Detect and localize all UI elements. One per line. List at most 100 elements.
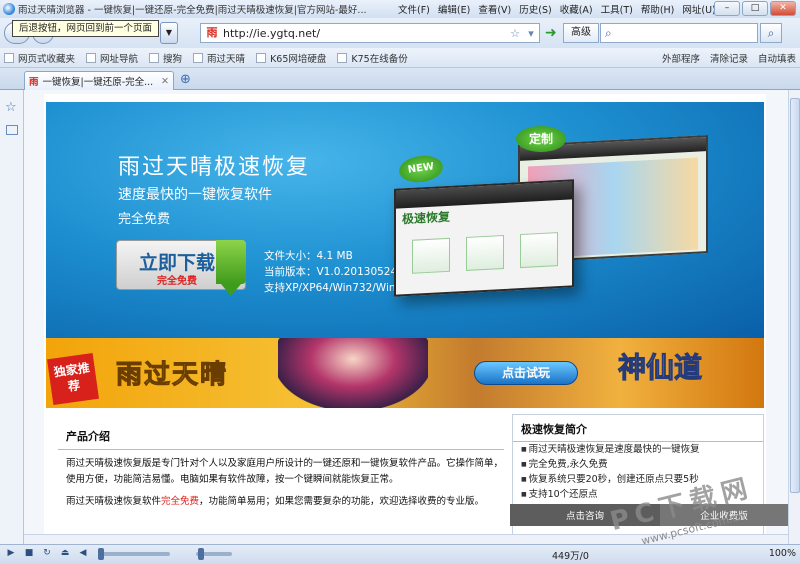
- tab-active[interactable]: 雨 一键恢复|一键还原-完全... ✕: [24, 71, 174, 90]
- fav-page-collection[interactable]: 网页式收藏夹: [0, 51, 82, 65]
- upgrade-tile-icon: [520, 232, 558, 269]
- favorites-bar: 网页式收藏夹 网址导航 搜狗 雨过天晴 K65网培硬盘 K75在线备份 外部程序…: [0, 48, 800, 68]
- fav-url-nav[interactable]: 网址导航: [82, 51, 145, 65]
- slider-knob[interactable]: [198, 548, 204, 560]
- vertical-scrollbar[interactable]: [788, 90, 800, 544]
- fav-label: K65网培硬盘: [270, 53, 327, 65]
- maximize-button[interactable]: □: [742, 1, 768, 16]
- hero-free-text: 完全免费: [118, 212, 171, 227]
- product-intro: 产品介绍 雨过天晴极速恢复版是专门针对个人以及家庭用户所设计的一键还原和一键恢复…: [58, 422, 504, 537]
- intro-text: 雨过天晴极速恢复软件: [66, 496, 162, 507]
- game-logo: 神仙道: [617, 351, 703, 385]
- menu-history[interactable]: 历史(S): [515, 2, 555, 16]
- slider-knob[interactable]: [98, 548, 104, 560]
- close-icon[interactable]: ✕: [161, 76, 169, 87]
- fav-k75[interactable]: K75在线备份: [333, 51, 414, 65]
- menu-edit[interactable]: 编辑(E): [434, 2, 474, 16]
- custom-badge: 定制: [516, 126, 566, 152]
- fav-k65[interactable]: K65网培硬盘: [252, 51, 333, 65]
- try-play-button[interactable]: 点击试玩: [474, 361, 578, 385]
- tab-favicon-icon: 雨: [29, 77, 39, 88]
- menu-bar: 文件(F) 编辑(E) 查看(V) 历史(S) 收藏(A) 工具(T) 帮助(H…: [394, 2, 720, 16]
- fav-label: 搜狗: [163, 53, 183, 65]
- menu-favorites[interactable]: 收藏(A): [556, 2, 597, 16]
- clear-history-button[interactable]: 清除记录: [710, 51, 748, 65]
- intro-title: 产品介绍: [58, 422, 504, 450]
- fav-label: 网页式收藏夹: [18, 53, 76, 65]
- stats-count: 449万/0: [552, 551, 589, 562]
- page-icon: [193, 52, 204, 63]
- play-icon[interactable]: ▶: [4, 548, 18, 562]
- brief-title: 极速恢复简介: [513, 415, 763, 442]
- brief-item: 完全免费,永久免费: [513, 457, 763, 472]
- download-arrow-icon[interactable]: [216, 240, 246, 296]
- intro-paragraph-1: 雨过天晴极速恢复版是专门针对个人以及家庭用户所设计的一键还原和一键恢复软件产品。…: [66, 458, 504, 485]
- intro-text: ，功能简单易用；如果您需要复杂的功能，欢迎选择收费的专业版。: [199, 496, 485, 507]
- os-support: 支持XP/XP64/Win732/Win764: [264, 282, 416, 294]
- intro-paragraph-2: 雨过天晴极速恢复软件完全免费，功能简单易用；如果您需要复杂的功能，欢迎选择收费的…: [58, 488, 504, 510]
- exclusive-badge: 独家推荐: [47, 353, 99, 405]
- tab-label: 一键恢复|一键还原-完全...: [42, 77, 154, 88]
- search-icon: ⌕: [605, 26, 612, 40]
- brief-item: 雨过天晴极速恢复是速度最快的一键恢复: [513, 442, 763, 457]
- address-input[interactable]: http://ie.ygtq.net/: [223, 27, 507, 40]
- favbar-tools: 外部程序 清除记录 自动填表: [662, 48, 796, 68]
- character-illustration: [278, 338, 428, 408]
- title-bar: 雨过天晴浏览器 - 一键恢复|一键还原-完全免费|雨过天晴极速恢复|官方网站-最…: [0, 0, 800, 18]
- chevron-down-icon: ▼: [165, 28, 173, 37]
- hero-title: 雨过天晴极速恢复: [118, 155, 311, 180]
- toolbar-dropdown-button[interactable]: ▼: [160, 22, 178, 44]
- minimize-button[interactable]: –: [714, 1, 740, 16]
- status-bar: ▶ ■ ↻ ⏏ ◀ ♪ 449万/0 100%: [0, 544, 800, 564]
- search-button[interactable]: ⌕: [760, 23, 782, 43]
- app-screenshot-main: 极速恢复: [394, 179, 574, 297]
- advanced-button[interactable]: 高级: [563, 23, 599, 43]
- fav-label: 雨过天晴: [207, 53, 246, 65]
- side-panel: ☆: [0, 90, 24, 544]
- fav-label: K75在线备份: [351, 53, 408, 65]
- panel-list-icon[interactable]: [6, 125, 18, 135]
- browser-logo-icon: [3, 3, 15, 15]
- address-bar[interactable]: 雨 http://ie.ygtq.net/ ☆ ▾: [200, 23, 540, 43]
- fav-label: 网址导航: [100, 53, 139, 65]
- menu-file[interactable]: 文件(F): [394, 2, 434, 16]
- favorites-star-icon[interactable]: ☆: [5, 100, 23, 115]
- site-favicon-icon: 雨: [205, 26, 219, 40]
- app-logo-text: 极速恢复: [402, 209, 451, 227]
- page-icon: [256, 52, 267, 63]
- intro-free-highlight: 完全免费: [161, 496, 200, 507]
- download-sublabel: 完全免费: [157, 276, 197, 287]
- game-ad-banner[interactable]: 独家推荐 雨过天晴 点击试玩 神仙道: [46, 338, 764, 408]
- menu-view[interactable]: 查看(V): [474, 2, 515, 16]
- new-tab-icon[interactable]: ⊕: [180, 72, 191, 87]
- page-icon: [149, 52, 160, 63]
- search-box[interactable]: ⌕: [600, 23, 758, 43]
- close-button[interactable]: ✕: [770, 1, 796, 16]
- version-info: 当前版本：V1.0.20130524: [264, 266, 398, 278]
- menu-tools[interactable]: 工具(T): [597, 2, 637, 16]
- external-programs-button[interactable]: 外部程序: [662, 51, 700, 65]
- ad-title: 雨过天晴: [115, 360, 229, 391]
- download-label: 立即下载: [139, 252, 216, 274]
- go-button[interactable]: ➜: [545, 23, 561, 43]
- volume-slider[interactable]: [196, 548, 232, 560]
- autofill-button[interactable]: 自动填表: [758, 51, 796, 65]
- progress-slider[interactable]: [98, 548, 170, 560]
- eject-icon[interactable]: ⏏: [58, 548, 72, 562]
- stop-icon[interactable]: ■: [22, 548, 36, 562]
- page-icon: [337, 52, 348, 63]
- address-dropdown-icon[interactable]: ▾: [523, 27, 539, 40]
- hero-banner: 雨过天晴极速恢复 速度最快的一键恢复软件 完全免费 立即下载 完全免费 文件大小…: [46, 102, 764, 338]
- page-icon: [86, 52, 97, 63]
- zoom-level[interactable]: 100%: [769, 548, 796, 559]
- menu-help[interactable]: 帮助(H): [637, 2, 679, 16]
- scrollbar-thumb[interactable]: [790, 98, 800, 493]
- fav-ygtq[interactable]: 雨过天晴: [189, 51, 252, 65]
- go-arrow-icon: ➜: [545, 25, 557, 41]
- fav-sogou[interactable]: 搜狗: [145, 51, 189, 65]
- refresh-icon[interactable]: ↻: [40, 548, 54, 562]
- new-badge: NEW: [397, 153, 445, 185]
- file-size: 文件大小：4.1 MB: [264, 250, 353, 262]
- star-icon[interactable]: ☆: [507, 27, 523, 40]
- prev-icon[interactable]: ◀: [76, 548, 90, 562]
